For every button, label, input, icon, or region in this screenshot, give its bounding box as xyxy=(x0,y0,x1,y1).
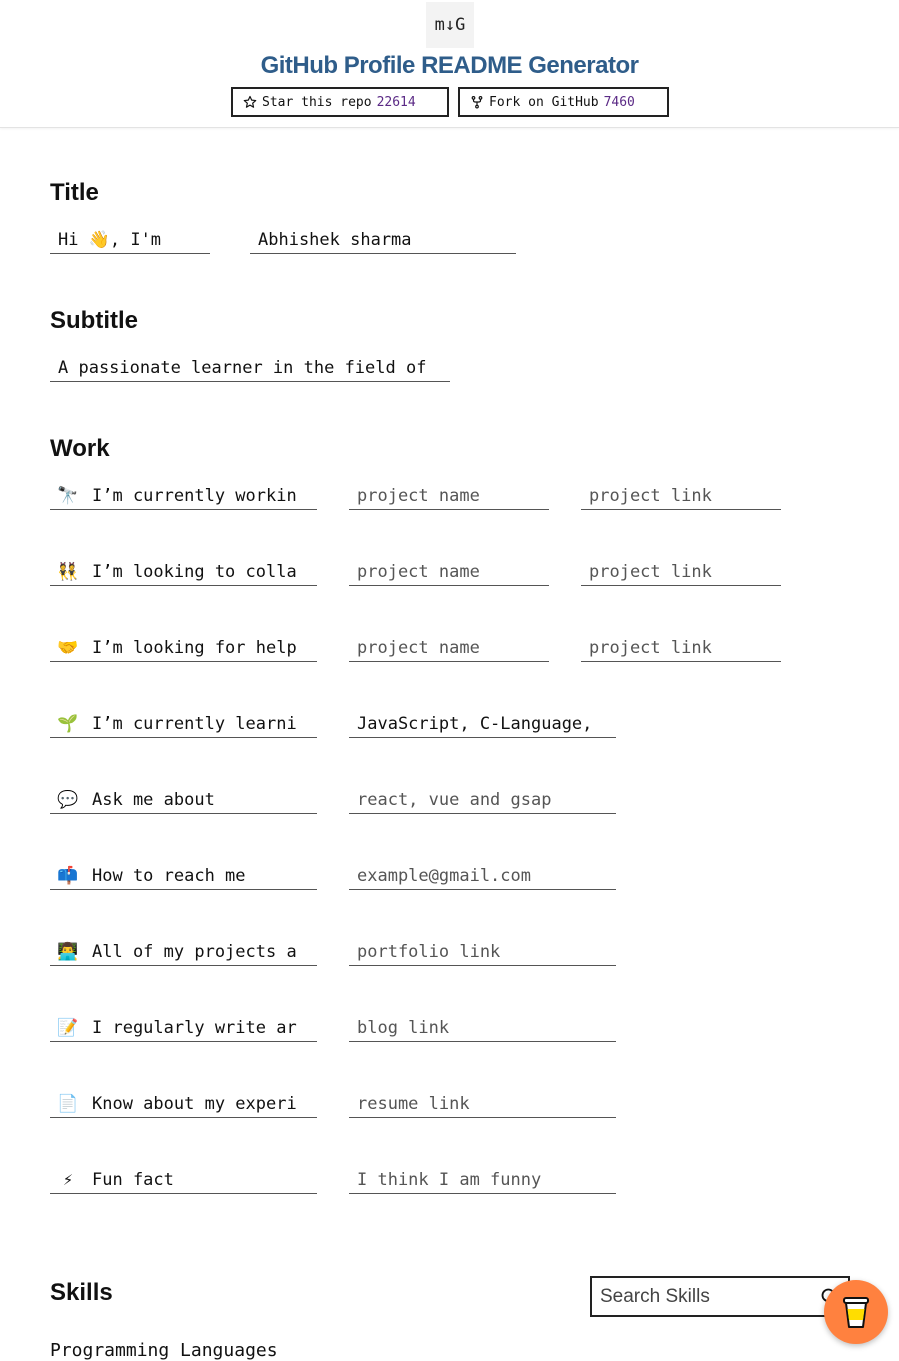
app-title: GitHub Profile README Generator xyxy=(260,52,639,79)
placeholder-text: project name xyxy=(357,561,480,582)
fork-icon xyxy=(471,96,483,109)
work-label-text: Know about my experi xyxy=(92,1093,297,1114)
work-label-text: Ask me about xyxy=(92,789,215,810)
placeholder-text: project link xyxy=(589,637,712,658)
work-label-text: I’m currently learni xyxy=(92,713,297,734)
email-input[interactable]: example@gmail.com xyxy=(349,862,616,890)
star-label: Star this repo xyxy=(262,94,372,110)
placeholder-text: resume link xyxy=(357,1093,470,1114)
project-link-input[interactable]: project link xyxy=(581,634,781,662)
project-name-input[interactable]: project name xyxy=(349,482,549,510)
memo-icon: 📝 xyxy=(57,1017,79,1038)
portfolio-link-input[interactable]: portfolio link xyxy=(349,938,616,966)
speech-bubble-icon: 💬 xyxy=(57,789,79,810)
mailbox-icon: 📫 xyxy=(57,865,79,886)
star-repo-button[interactable]: Star this repo 22614 xyxy=(231,87,449,117)
placeholder-text: project name xyxy=(357,485,480,506)
work-label-text: How to reach me xyxy=(92,865,246,886)
subtitle-heading: Subtitle xyxy=(50,307,138,334)
skills-heading: Skills xyxy=(50,1279,113,1306)
lightning-icon: ⚡ xyxy=(62,1169,74,1190)
work-label-input-working[interactable]: 🔭 I’m currently workin xyxy=(50,482,317,510)
project-link-input[interactable]: project link xyxy=(581,558,781,586)
work-label-text: I’m looking for help xyxy=(92,637,297,658)
fork-count: 7460 xyxy=(603,94,635,110)
project-name-input[interactable]: project name xyxy=(349,558,549,586)
fork-github-button[interactable]: Fork on GitHub 7460 xyxy=(458,87,669,117)
work-label-input-help[interactable]: 🤝 I’m looking for help xyxy=(50,634,317,662)
people-icon: 👯 xyxy=(57,561,79,582)
search-skills-input[interactable]: Search Skills xyxy=(590,1276,850,1317)
work-label-input-resume[interactable]: 📄 Know about my experi xyxy=(50,1090,317,1118)
work-label-input-funfact[interactable]: ⚡ Fun fact xyxy=(50,1166,317,1194)
placeholder-text: project link xyxy=(589,485,712,506)
placeholder-text: blog link xyxy=(357,1017,450,1038)
name-input[interactable]: Abhishek sharma xyxy=(250,226,516,254)
seedling-icon: 🌱 xyxy=(57,713,79,734)
work-label-text: All of my projects a xyxy=(92,941,297,962)
title-prefix-input[interactable]: Hi 👋, I'm xyxy=(50,226,210,254)
work-label-input-projects[interactable]: 👨‍💻 All of my projects a xyxy=(50,938,317,966)
work-label-input-reach[interactable]: 📫 How to reach me xyxy=(50,862,317,890)
resume-link-input[interactable]: resume link xyxy=(349,1090,616,1118)
star-icon xyxy=(243,95,257,108)
work-label-text: Fun fact xyxy=(92,1169,174,1190)
placeholder-text: project link xyxy=(589,561,712,582)
work-label-text: I regularly write ar xyxy=(92,1017,297,1038)
handshake-icon: 🤝 xyxy=(57,637,79,658)
title-heading: Title xyxy=(50,179,99,206)
work-label-text: I’m currently workin xyxy=(92,485,297,506)
placeholder-text: project name xyxy=(357,637,480,658)
work-label-input-learning[interactable]: 🌱 I’m currently learni xyxy=(50,710,317,738)
buy-me-a-coffee-button[interactable] xyxy=(824,1280,888,1344)
document-icon: 📄 xyxy=(57,1093,79,1114)
search-placeholder: Search Skills xyxy=(600,1285,710,1307)
placeholder-text: I think I am funny xyxy=(357,1169,542,1190)
app-logo[interactable]: m↓G xyxy=(426,2,474,48)
technologist-icon: 👨‍💻 xyxy=(57,941,79,962)
blog-link-input[interactable]: blog link xyxy=(349,1014,616,1042)
placeholder-text: react, vue and gsap xyxy=(357,789,552,810)
work-label-input-blog[interactable]: 📝 I regularly write ar xyxy=(50,1014,317,1042)
project-name-input[interactable]: project name xyxy=(349,634,549,662)
work-heading: Work xyxy=(50,435,110,462)
fork-label: Fork on GitHub xyxy=(489,94,599,110)
subtitle-input[interactable]: A passionate learner in the field of xyxy=(50,354,450,382)
coffee-cup-icon xyxy=(843,1297,869,1328)
ask-about-input[interactable]: react, vue and gsap xyxy=(349,786,616,814)
telescope-icon: 🔭 xyxy=(57,485,79,506)
work-label-input-ask[interactable]: 💬 Ask me about xyxy=(50,786,317,814)
placeholder-text: example@gmail.com xyxy=(357,865,531,886)
top-header: m↓G GitHub Profile README Generator Star… xyxy=(0,0,899,128)
project-link-input[interactable]: project link xyxy=(581,482,781,510)
learning-input[interactable]: JavaScript, C-Language, xyxy=(349,710,616,738)
placeholder-text: portfolio link xyxy=(357,941,501,962)
skill-category-heading: Programming Languages xyxy=(50,1340,278,1361)
work-label-text: I’m looking to colla xyxy=(92,561,297,582)
fun-fact-input[interactable]: I think I am funny xyxy=(349,1166,616,1194)
star-count: 22614 xyxy=(376,94,416,110)
work-label-input-collaborate[interactable]: 👯 I’m looking to colla xyxy=(50,558,317,586)
